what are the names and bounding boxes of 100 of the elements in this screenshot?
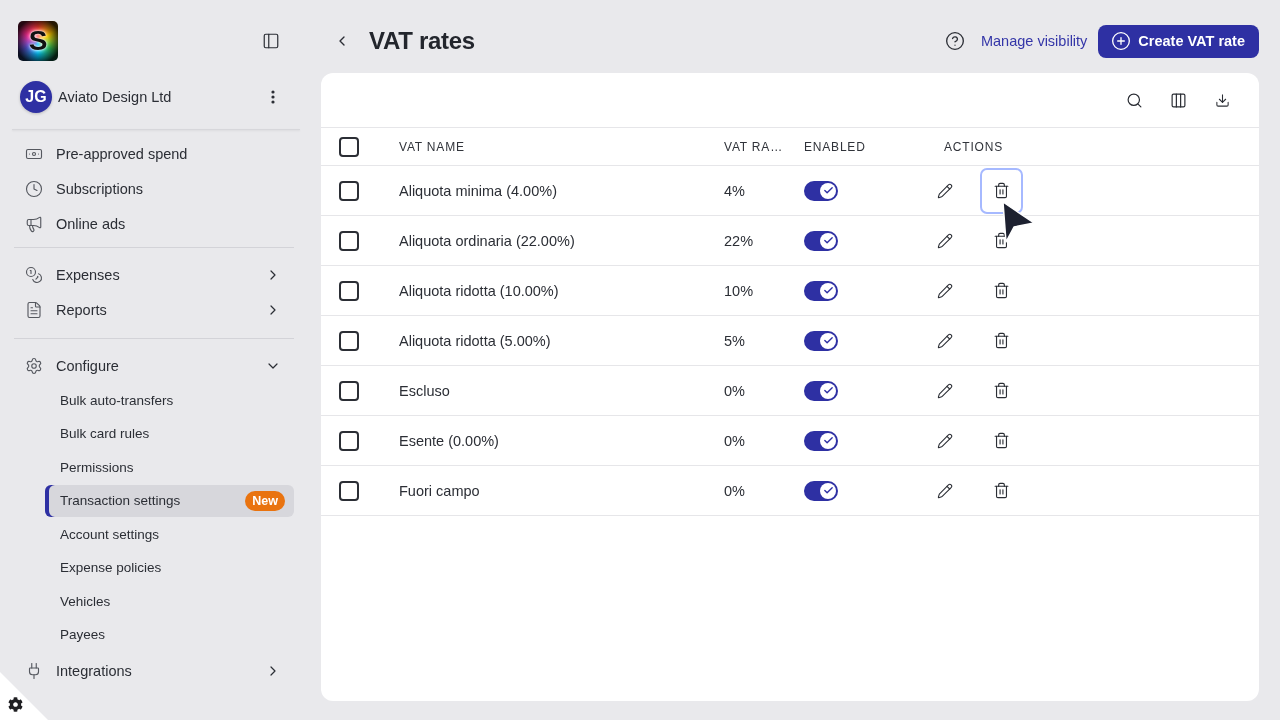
enabled-toggle[interactable] [804, 280, 838, 301]
check-icon [822, 435, 834, 446]
row-checkbox[interactable] [339, 230, 359, 251]
sidebar-subitem[interactable]: Bulk card rules [45, 417, 294, 450]
sidebar-item[interactable]: Configure [14, 348, 294, 383]
collapse-sidebar-button[interactable] [262, 32, 280, 50]
organization-name: Aviato Design Ltd [58, 89, 173, 105]
trash-icon [993, 332, 1010, 349]
trash-icon [993, 182, 1010, 199]
trash-icon [993, 282, 1010, 299]
pencil-icon [936, 232, 953, 249]
pencil-icon [936, 182, 953, 199]
app-logo: S [18, 21, 58, 61]
check-icon [822, 485, 834, 496]
sidebar-subitem[interactable]: Transaction settings New [45, 484, 294, 517]
table-cell-text: Escluso [399, 382, 451, 399]
pencil-icon [936, 382, 953, 399]
new-badge: New [245, 490, 285, 511]
pencil-icon [936, 282, 953, 299]
sidebar-subitem-label: Account settings [60, 526, 160, 542]
sidebar-subitem[interactable]: Permissions [45, 451, 294, 483]
mouse-pointer-icon [1000, 200, 1036, 244]
row-checkbox[interactable] [339, 430, 359, 451]
panel-left-icon [262, 32, 280, 50]
sidebar-subitem-label: Bulk auto-transfers [60, 392, 174, 408]
pencil-icon [936, 482, 953, 499]
column-header: ACTIONS [943, 139, 1004, 154]
check-icon [822, 385, 834, 396]
help-icon [944, 31, 965, 51]
check-icon [822, 285, 834, 296]
sidebar-item-label: Configure [56, 357, 120, 374]
trash-icon [993, 482, 1010, 499]
sidebar-subitem[interactable]: Account settings [45, 518, 294, 550]
create-vat-rate-button[interactable]: Create VAT rate [1098, 24, 1259, 58]
sidebar-item-label: Integrations [56, 663, 133, 679]
check-icon [822, 235, 834, 246]
gear-icon [25, 356, 43, 375]
sidebar-item-label: Reports [56, 301, 108, 318]
column-header: VAT NAME [399, 139, 466, 154]
row-checkbox[interactable] [339, 380, 359, 401]
enabled-toggle[interactable] [804, 230, 838, 251]
sidebar-item[interactable]: Subscriptions [14, 171, 294, 206]
trash-icon [993, 232, 1010, 249]
enabled-toggle[interactable] [804, 180, 838, 201]
check-icon [822, 335, 834, 346]
megaphone-icon [25, 214, 43, 233]
sidebar-subitem[interactable]: Expense policies [45, 551, 294, 584]
sidebar-subitem-label: Expense policies [60, 560, 162, 575]
enabled-toggle[interactable] [804, 430, 838, 451]
document-icon [25, 300, 43, 319]
row-checkbox[interactable] [339, 480, 359, 501]
sidebar-item-label: Pre-approved spend [56, 145, 189, 162]
enabled-toggle[interactable] [804, 480, 838, 501]
sidebar-item[interactable]: Integrations [14, 653, 294, 689]
sidebar-item[interactable]: Reports [14, 292, 294, 327]
sidebar-item[interactable]: Online ads [14, 206, 294, 241]
enabled-toggle[interactable] [804, 330, 838, 351]
coins-icon [25, 265, 43, 284]
table-cell-text: 22% [724, 232, 755, 249]
sidebar-subitem-label: Vehicles [60, 593, 111, 609]
search-icon [1125, 91, 1143, 109]
row-checkbox[interactable] [339, 280, 359, 301]
plus-circle-icon [1111, 31, 1132, 51]
column-header: VAT RA… [724, 139, 784, 154]
table-cell-text: 5% [724, 332, 746, 349]
trash-icon [993, 432, 1010, 449]
sidebar-item-label: Online ads [56, 215, 127, 232]
sidebar-subitem-label: Bulk card rules [60, 426, 150, 441]
table-cell-text: Esente (0.00%) [399, 432, 500, 449]
row-checkbox[interactable] [339, 180, 359, 201]
trash-icon [993, 382, 1010, 399]
sidebar-subitem[interactable]: Payees [45, 618, 294, 651]
sidebar-subitem-label: Permissions [60, 459, 134, 475]
table-cell-text: Aliquota ridotta (5.00%) [399, 332, 552, 349]
sidebar-item[interactable]: Expenses [14, 257, 294, 292]
manage-visibility-link[interactable]: Manage visibility [980, 33, 1088, 49]
enabled-toggle[interactable] [804, 380, 838, 401]
avatar: JG [20, 81, 52, 113]
download-icon [1214, 92, 1230, 108]
columns-icon [1169, 91, 1187, 109]
table-cell-text: 0% [724, 482, 746, 499]
table-cell-text: 4% [724, 182, 746, 199]
help-button[interactable] [944, 31, 965, 51]
table-cell-text: Fuori campo [399, 482, 481, 499]
column-header: ENABLED [804, 139, 867, 154]
table-cell-text: 0% [724, 382, 746, 399]
table-cell-text: Aliquota ordinaria (22.00%) [399, 232, 576, 249]
clock-icon [25, 179, 43, 198]
sidebar-item[interactable]: Pre-approved spend [14, 136, 294, 171]
row-checkbox[interactable] [339, 330, 359, 351]
sidebar-item-label: Subscriptions [56, 180, 145, 197]
sidebar-subitem-label: Transaction settings [60, 493, 181, 508]
select-all-checkbox[interactable] [339, 136, 359, 157]
table-cell-text: Aliquota ridotta (10.00%) [399, 282, 560, 299]
sidebar-subitem-label: Payees [60, 627, 106, 642]
sidebar-subitem[interactable]: Bulk auto-transfers [45, 384, 294, 416]
kebab-menu-icon [271, 90, 275, 104]
sidebar-subitem[interactable]: Vehicles [45, 585, 294, 617]
pencil-icon [936, 432, 953, 449]
table-cell-text: Aliquota minima (4.00%) [399, 182, 558, 199]
